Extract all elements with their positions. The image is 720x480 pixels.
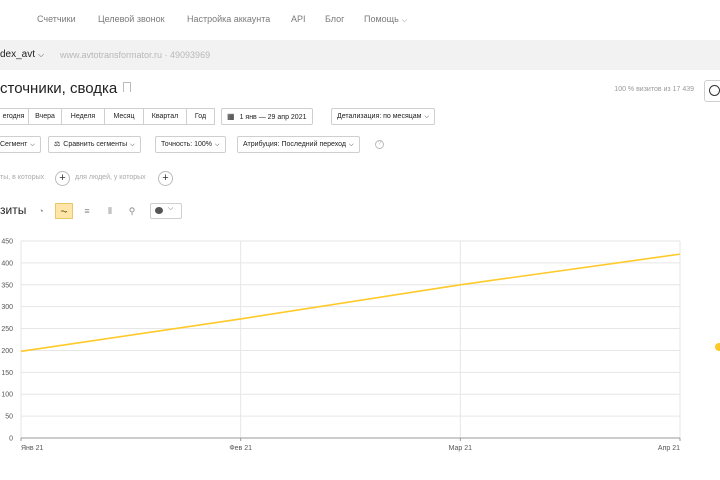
info-icon[interactable]: ? [375, 140, 384, 149]
period-month[interactable]: Месяц [104, 108, 144, 125]
bar-chart-icon[interactable]: ⦀ [103, 204, 117, 218]
chevron-down-icon: ⌵ [168, 205, 174, 212]
y-tick-label: 350 [1, 282, 13, 289]
series-line[interactable] [20, 253, 681, 353]
chevron-down-icon: ⌵ [401, 17, 408, 24]
y-tick-label: 100 [1, 392, 13, 399]
x-tick-label: Янв 21 [21, 445, 43, 452]
y-tick-label: 400 [1, 260, 13, 267]
nav-api[interactable]: API [291, 14, 306, 24]
chevron-down-icon: ⌵ [424, 114, 430, 120]
x-tick-label: Фев 21 [229, 445, 252, 452]
history-button[interactable] [704, 80, 720, 102]
period-year[interactable]: Год [186, 108, 215, 125]
nav-target-call[interactable]: Целевой звонок [98, 14, 165, 24]
speech-bubble-icon [155, 207, 163, 214]
chevron-down-icon: ⌵ [38, 50, 45, 59]
filter-people-text: для людей, у которых [75, 174, 146, 181]
counter-selector[interactable]: dex_avt ⌵ [0, 49, 44, 60]
chevron-down-icon: ⌵ [215, 142, 220, 148]
chevron-down-icon: ⌵ [30, 142, 35, 148]
detail-dropdown[interactable]: Детализация: по месяцам ⌵ [331, 108, 436, 125]
detail-label: Детализация: по месяцам [337, 113, 422, 120]
y-tick-label: 300 [1, 304, 13, 311]
map-pin-icon[interactable]: ⚲ [125, 204, 139, 218]
nav-account-settings[interactable]: Настройка аккаунта [187, 14, 270, 24]
y-tick-label: 200 [1, 348, 13, 355]
y-tick-label: 50 [5, 414, 13, 421]
calendar-icon: ▦ [227, 112, 235, 121]
counter-name: dex_avt [0, 49, 36, 60]
filter-visits-text: ты, в которых [0, 174, 45, 181]
line-chart-icon[interactable]: ⏦ [55, 203, 73, 219]
chevron-down-icon: ⌵ [349, 142, 354, 148]
page-title-text: сточники, сводка [0, 80, 118, 97]
accuracy-dropdown[interactable]: Точность: 100% ⌵ [155, 136, 226, 153]
bookmark-icon[interactable] [123, 82, 132, 92]
nav-counters[interactable]: Счетчики [37, 14, 76, 24]
page-title: сточники, сводка [0, 80, 132, 97]
y-tick-label: 0 [9, 436, 13, 443]
compare-icon: ⚖ [54, 141, 61, 148]
y-tick-label: 150 [1, 370, 13, 377]
attribution-label: Атрибуция: Последний переход [243, 141, 347, 148]
metric-title: зиты [0, 203, 27, 217]
period-today[interactable]: егодня [0, 108, 29, 125]
period-yesterday[interactable]: Вчера [28, 108, 62, 125]
series-marker[interactable] [715, 343, 720, 351]
date-range-label: 1 янв — 29 апр 2021 [239, 114, 307, 121]
sample-info: 100 % визитов из 17 439 [614, 86, 694, 93]
counter-site: www.avtotransformator.ru · 49093969 [60, 50, 211, 60]
nav-help[interactable]: Помощь ⌵ [364, 14, 407, 25]
compare-label: Сравнить сегменты [63, 141, 128, 148]
area-chart-icon[interactable]: ≡ [80, 204, 94, 218]
segment-label: Сегмент [0, 141, 28, 148]
compare-segments-dropdown[interactable]: ⚖ Сравнить сегменты ⌵ [48, 136, 141, 153]
chart-options-dropdown[interactable]: ⌵ [150, 203, 182, 219]
visits-line-chart: 450 400 350 300 250 200 150 100 50 0 Янв 21 Фев 21 М… [1, 239, 681, 452]
x-tick-label: Мар 21 [449, 445, 473, 452]
counter-bar: dex_avt ⌵ www.avtotransformator.ru · 4909… [0, 40, 720, 70]
add-people-filter-button[interactable]: + [158, 171, 173, 186]
top-navigation: Счетчики Целевой звонок Настройка аккаун… [0, 0, 720, 40]
attribution-dropdown[interactable]: Атрибуция: Последний переход ⌵ [237, 136, 360, 153]
segment-dropdown[interactable]: Сегмент ⌵ [0, 136, 41, 153]
accuracy-label: Точность: 100% [161, 141, 213, 148]
nav-help-label: Помощь [364, 14, 399, 24]
add-visit-filter-button[interactable]: + [55, 171, 70, 186]
x-tick-label: Апр 21 [658, 445, 680, 452]
y-tick-label: 450 [1, 239, 13, 246]
period-week[interactable]: Неделя [61, 108, 105, 125]
y-tick-label: 250 [1, 326, 13, 333]
pie-chart-icon[interactable]: ◔ [34, 204, 48, 218]
period-quarter[interactable]: Квартал [143, 108, 187, 125]
nav-blog[interactable]: Блог [325, 14, 344, 24]
date-range-button[interactable]: ▦ 1 янв — 29 апр 2021 [221, 108, 313, 125]
chevron-down-icon: ⌵ [130, 142, 135, 148]
clock-icon [709, 85, 720, 96]
